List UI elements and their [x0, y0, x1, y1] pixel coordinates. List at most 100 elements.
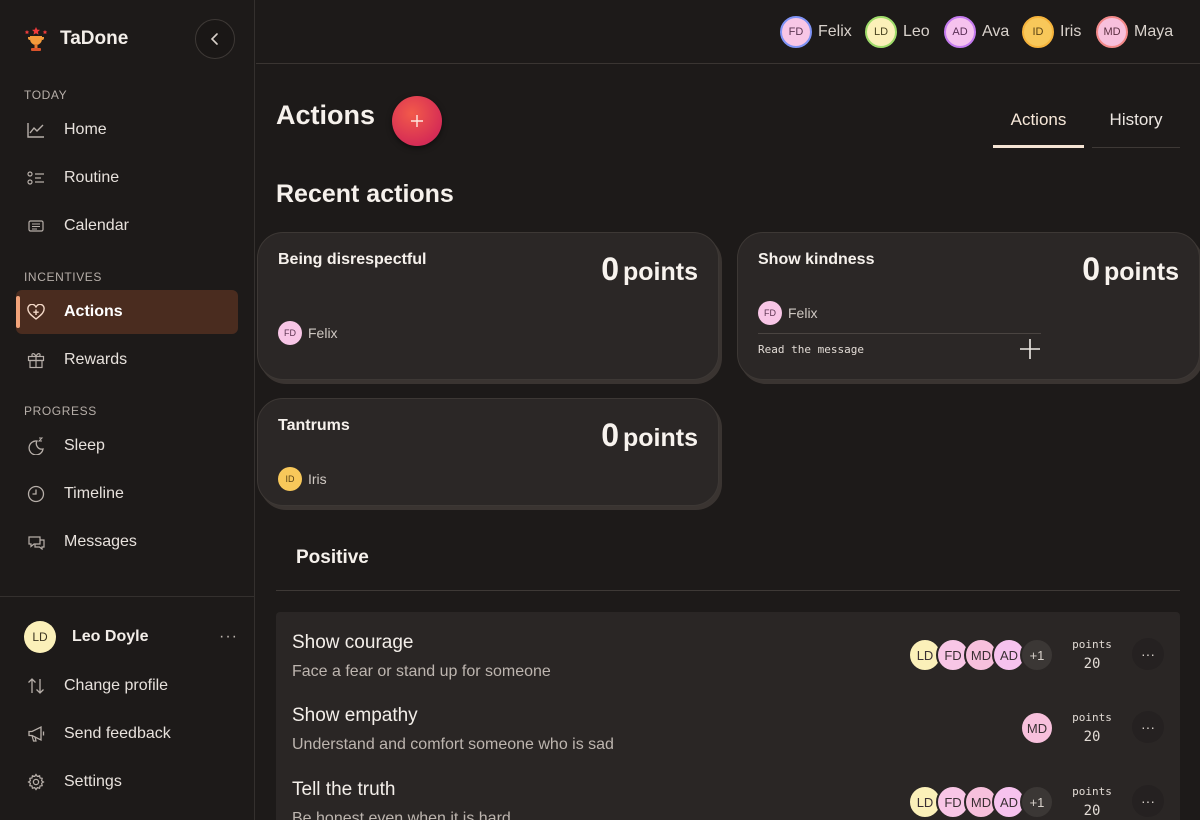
avatar: FD [758, 301, 782, 325]
sidebar-item-routine[interactable]: Routine [16, 156, 238, 200]
points-value: 20 [1083, 803, 1101, 819]
chevron-left-icon [210, 33, 218, 45]
member-maya[interactable]: MD Maya [1096, 16, 1173, 48]
member-name: Felix [788, 305, 818, 321]
action-title: Tell the truth [292, 779, 396, 800]
recent-actions-title: Recent actions [276, 180, 454, 208]
recent-action-card[interactable]: Show kindness 0 points FD Felix Read the… [737, 232, 1200, 380]
sidebar-item-label: Send feedback [64, 725, 171, 742]
points-label: points [1072, 785, 1112, 798]
points-label: points [1104, 258, 1179, 286]
divider [276, 590, 1180, 591]
list-item[interactable]: Show courage Face a fear or stand up for… [276, 612, 1180, 684]
member-name: Maya [1134, 23, 1174, 40]
sidebar-item-label: Home [64, 121, 107, 138]
action-title: Show empathy [292, 705, 418, 726]
tab-actions[interactable]: Actions [993, 100, 1084, 148]
member-ava[interactable]: AD Ava [944, 16, 1009, 48]
avatar: AD [944, 16, 976, 48]
sidebar-item-rewards[interactable]: Rewards [16, 338, 238, 382]
tab-history[interactable]: History [1092, 100, 1180, 148]
avatar: LD [24, 621, 56, 653]
points-value: 0 [601, 251, 619, 287]
sidebar-divider [0, 596, 255, 597]
more-options-button[interactable]: ··· [1132, 785, 1164, 817]
swap-arrows-icon [26, 676, 46, 696]
list-item[interactable]: Show empathy Understand and comfort some… [276, 685, 1180, 757]
member-iris[interactable]: ID Iris [1022, 16, 1081, 48]
assigned-avatars: MD [1020, 711, 1054, 745]
sidebar-item-timeline[interactable]: Timeline [16, 472, 238, 516]
assigned-avatars: LD FD MD AD +1 [908, 638, 1054, 672]
action-title: Show courage [292, 632, 414, 653]
points-label: points [1072, 638, 1112, 651]
points-label: points [623, 424, 698, 452]
positive-actions-list: Show courage Face a fear or stand up for… [276, 612, 1180, 820]
card-points: 0 points [1082, 251, 1179, 288]
more-options-button[interactable]: ··· [1132, 638, 1164, 670]
sidebar-item-home[interactable]: Home [16, 108, 238, 152]
card-title: Show kindness [758, 251, 875, 268]
card-points: 0 points [601, 251, 698, 288]
card-note: Read the message [758, 333, 1041, 356]
card-member: ID Iris [278, 467, 327, 491]
sidebar-item-label: Calendar [64, 217, 129, 234]
change-profile-button[interactable]: Change profile [16, 664, 238, 708]
profile-more-button[interactable]: ··· [219, 628, 238, 646]
points-label: points [623, 258, 698, 286]
heart-plus-icon [26, 302, 46, 322]
sidebar-item-actions[interactable]: Actions [16, 290, 238, 334]
app-root: TaDone TODAY Home Routine Calendar INCEN… [0, 0, 1200, 820]
megaphone-icon [26, 724, 46, 744]
member-name: Ava [982, 23, 1010, 40]
avatar-overflow-count: +1 [1020, 785, 1054, 819]
card-member: FD Felix [278, 321, 338, 345]
brand[interactable]: TaDone [24, 22, 128, 56]
section-label-progress: PROGRESS [24, 404, 97, 418]
app-name: TaDone [60, 28, 129, 49]
current-profile[interactable]: LD Leo Doyle ··· [24, 620, 238, 654]
sidebar: TaDone TODAY Home Routine Calendar INCEN… [0, 0, 255, 820]
action-description: Be honest even when it is hard [292, 810, 511, 820]
chat-bubbles-icon [26, 532, 46, 552]
section-label-incentives: INCENTIVES [24, 270, 103, 284]
page-title: Actions [276, 100, 376, 130]
list-item[interactable]: Tell the truth Be honest even when it is… [276, 759, 1180, 820]
avatar: MD [1096, 16, 1128, 48]
moon-zzz-icon [26, 436, 46, 456]
member-felix[interactable]: FD Felix [780, 16, 852, 48]
add-action-button[interactable] [392, 96, 442, 146]
points-value: 20 [1083, 656, 1101, 672]
profile-name: Leo Doyle [72, 628, 149, 645]
recent-action-card[interactable]: Tantrums 0 points ID Iris [257, 398, 719, 506]
sidebar-item-sleep[interactable]: Sleep [16, 424, 238, 468]
sidebar-item-messages[interactable]: Messages [16, 520, 238, 564]
avatar: LD [865, 16, 897, 48]
gear-icon [26, 772, 46, 792]
card-member: FD Felix [758, 301, 818, 325]
chart-line-icon [26, 120, 46, 140]
sidebar-item-label: Routine [64, 169, 120, 186]
points-value: 0 [1082, 251, 1100, 287]
plus-icon [411, 115, 423, 127]
sidebar-item-calendar[interactable]: Calendar [16, 204, 238, 248]
action-description: Understand and comfort someone who is sa… [292, 736, 614, 753]
add-note-button[interactable] [1018, 337, 1042, 361]
assigned-avatars: LD FD MD AD +1 [908, 785, 1054, 819]
send-feedback-button[interactable]: Send feedback [16, 712, 238, 756]
sidebar-item-label: Actions [64, 303, 123, 320]
action-points: points 20 [1060, 711, 1124, 745]
more-options-button[interactable]: ··· [1132, 711, 1164, 743]
recent-action-card[interactable]: Being disrespectful 0 points FD Felix [257, 232, 719, 380]
calendar-list-icon [26, 216, 46, 236]
action-points: points 20 [1060, 638, 1124, 672]
avatar: ID [278, 467, 302, 491]
avatar: ID [1022, 16, 1054, 48]
settings-button[interactable]: Settings [16, 760, 238, 804]
member-leo[interactable]: LD Leo [865, 16, 930, 48]
member-name: Iris [308, 471, 327, 487]
sidebar-item-label: Sleep [64, 437, 105, 454]
member-name: Felix [308, 325, 338, 341]
topbar: FD Felix LD Leo AD Ava ID Iris MD Maya [256, 0, 1200, 64]
collapse-sidebar-button[interactable] [195, 19, 235, 59]
